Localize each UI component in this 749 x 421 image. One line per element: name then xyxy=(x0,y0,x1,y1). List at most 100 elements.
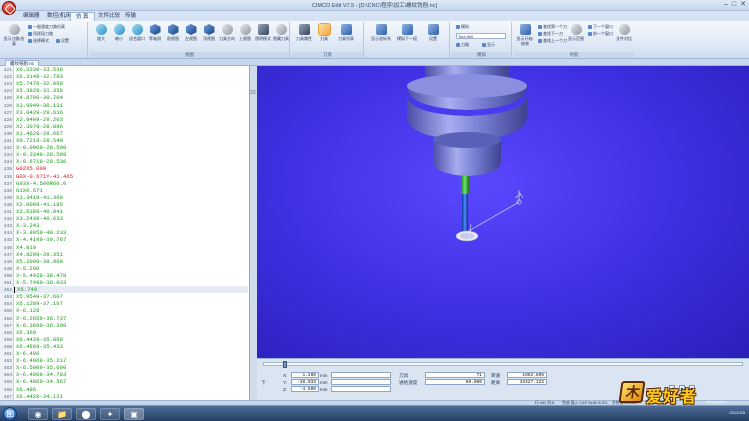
code-line[interactable]: 429 X2.3079-28.886 xyxy=(0,123,248,130)
slider-thumb[interactable] xyxy=(283,361,288,368)
find-first-tool[interactable]: 查找第一个刀 xyxy=(538,24,567,30)
previous-window-option[interactable]: 前一个窗口 xyxy=(588,31,613,37)
code-line[interactable]: 431 X0.7219-28.540 xyxy=(0,137,248,144)
code-line[interactable]: 458 X6.369 xyxy=(0,329,248,336)
simulate-option[interactable]: 模拟 xyxy=(456,24,469,30)
code-line[interactable]: 444 X-3.8059-40.233 xyxy=(0,229,248,236)
show-start-end-button[interactable]: 显示开始/结束 xyxy=(516,24,534,46)
code-line[interactable]: 463 X-6.5009-35.000 xyxy=(0,364,248,371)
system-clock[interactable]: 2012/3/8 xyxy=(729,410,745,415)
code-line[interactable]: 450 X-5.4929-38.478 xyxy=(0,272,248,279)
code-line[interactable]: 459 X6.4429-35.869 xyxy=(0,336,248,343)
code-line[interactable]: 465 X-6.4869-34.567 xyxy=(0,378,248,385)
code-line[interactable]: 451 X-5.7499-38.033 xyxy=(0,279,248,286)
zoom-in-button[interactable]: 放大 xyxy=(93,24,109,41)
code-line[interactable]: 440 X2.0009-41.185 xyxy=(0,201,248,208)
code-line[interactable]: 448 X5.2009-38.900 xyxy=(0,258,248,265)
code-line[interactable]: 438 G1X0.671 xyxy=(0,187,248,194)
tool-direction-button[interactable]: 刀具方向 xyxy=(219,24,235,41)
close-button[interactable]: ✕ xyxy=(740,1,746,9)
tab-editor[interactable]: 编辑器 xyxy=(18,12,45,21)
taskbar-cimco[interactable]: ▣ xyxy=(124,408,144,420)
code-line[interactable]: 436 G0X-0.671Y-41.465 xyxy=(0,173,248,180)
tab-transfer[interactable]: 传输 xyxy=(120,12,141,21)
minimize-button[interactable]: – xyxy=(724,1,728,9)
show-range-button[interactable]: 显示范围 xyxy=(566,24,586,41)
isometric-view-button[interactable]: 等轴测 xyxy=(147,24,163,41)
code-line[interactable]: 446 X4.819 xyxy=(0,244,248,251)
code-line[interactable]: 461 X-6.486 xyxy=(0,350,248,357)
hide-tool-button[interactable]: 隐藏刀具 xyxy=(273,24,289,41)
taskbar-media[interactable]: ⬤ xyxy=(76,408,96,420)
code-line[interactable]: 443 X-3.243 xyxy=(0,222,248,229)
code-line[interactable]: 445 X-4.4199-39.767 xyxy=(0,236,248,243)
next-window-option[interactable]: 下一个窗口 xyxy=(588,24,613,30)
code-line[interactable]: 433 X-0.3349-28.509 xyxy=(0,151,248,158)
upper-view-button[interactable]: 上视图 xyxy=(237,24,253,41)
find-previous-tool[interactable]: 查找上一个刀 xyxy=(538,38,567,44)
code-line[interactable]: 437 G03X-4.500R60.0 xyxy=(0,180,248,187)
code-line[interactable]: 439 X1.3419-41.369 xyxy=(0,194,248,201)
backplot-button[interactable]: 显示刀路/仿真 xyxy=(2,24,26,46)
toolpath-option[interactable]: 刀路 xyxy=(456,42,469,48)
tab-simulation[interactable]: 仿 真 xyxy=(70,12,95,21)
code-line[interactable]: 435 G02X5.000 xyxy=(0,165,248,172)
code-line[interactable]: 466 X6.486 xyxy=(0,386,248,393)
code-line[interactable]: 447 X4.8299-39.351 xyxy=(0,251,248,258)
taskbar-app[interactable]: ✦ xyxy=(100,408,120,420)
code-line[interactable]: 454 X6.1289-37.167 xyxy=(0,300,248,307)
code-line[interactable]: 457 X-6.3699-36.300 xyxy=(0,322,248,329)
left-view-button[interactable]: 左视图 xyxy=(183,24,199,41)
line-code: X3.9949-30.131 xyxy=(16,101,63,109)
application-menu-button[interactable] xyxy=(2,1,16,15)
code-line[interactable]: 464 X-6.4969-34.783 xyxy=(0,371,248,378)
simulation-viewport[interactable] xyxy=(257,66,749,358)
code-line[interactable]: 422 X6.3148-32.793 xyxy=(0,73,248,80)
code-line[interactable]: 442 X3.2439-40.633 xyxy=(0,215,248,222)
simulate-next-button[interactable]: 模拟下一段 xyxy=(395,24,419,41)
nc-code-editor[interactable]: 421 X6.3339-33.538 422 X6.3148-32.793 423 X5.… xyxy=(0,66,250,400)
step-backplot-option[interactable]: 用逐段刀路 xyxy=(28,31,53,37)
taskbar-ie[interactable]: ◉ xyxy=(28,408,48,420)
code-line[interactable]: 452 X5.749 xyxy=(0,286,248,294)
code-line[interactable]: 453 X5.9549-37.607 xyxy=(0,293,248,300)
step-speed-option[interactable]: 一般速度刀路仿真 xyxy=(28,24,65,30)
transparent-mode-button[interactable]: 透明模式 xyxy=(255,24,271,41)
code-line[interactable]: 462 X-6.4969-35.217 xyxy=(0,357,248,364)
file-compare-button[interactable]: 文件对比 xyxy=(614,24,634,41)
maximize-button[interactable]: □ xyxy=(732,1,736,9)
find-next-tool[interactable]: 查找下一刀 xyxy=(538,31,563,37)
show-option[interactable]: 显示 xyxy=(482,42,495,48)
code-line[interactable]: 456 X-6.2659-36.737 xyxy=(0,315,248,322)
code-line[interactable]: 434 X-0.6719-28.536 xyxy=(0,158,248,165)
taskbar-explorer[interactable]: 📁 xyxy=(52,408,72,420)
tool-list-button[interactable]: 刀具列表 xyxy=(338,24,354,41)
code-line[interactable]: 455 X-6.128 xyxy=(0,307,248,314)
front-view-button[interactable]: 前视图 xyxy=(165,24,181,41)
fit-window-button[interactable]: 适合窗口 xyxy=(129,24,145,41)
show-coordinates-button[interactable]: 显示坐标系 xyxy=(369,24,393,41)
code-line[interactable]: 427 X3.0429-29.616 xyxy=(0,109,248,116)
code-line[interactable]: 467 X6.4429-34.131 xyxy=(0,393,248,400)
tool-button[interactable]: 刀具 xyxy=(316,23,332,41)
code-line[interactable]: 426 X3.9949-30.131 xyxy=(0,102,248,109)
code-line[interactable]: 441 X2.6389-40.941 xyxy=(0,208,248,215)
code-line[interactable]: 460 X6.4869-35.433 xyxy=(0,343,248,350)
code-line[interactable]: 449 X-5.200 xyxy=(0,265,248,272)
code-line[interactable]: 432 X-0.0009-28.500 xyxy=(0,144,248,151)
code-line[interactable]: 423 X5.7479-32.060 xyxy=(0,80,248,87)
code-line[interactable]: 430 X1.4629-28.667 xyxy=(0,130,248,137)
tool-properties-button[interactable]: 刀具属性 xyxy=(296,24,312,41)
display-settings-button[interactable]: 设置 xyxy=(421,24,445,41)
code-line[interactable]: 424 X5.3829-31.358 xyxy=(0,87,248,94)
zoom-out-button[interactable]: 缩小 xyxy=(111,24,127,41)
code-line[interactable]: 421 X6.3339-33.538 xyxy=(0,66,248,73)
top-view-button[interactable]: 顶视图 xyxy=(201,24,217,41)
tool-type-combo[interactable]: Tool drill xyxy=(456,33,506,39)
settings-option[interactable]: 设置 xyxy=(56,38,69,44)
select-mode-option[interactable]: 选择模式 xyxy=(28,38,49,44)
code-line[interactable]: 428 X2.9409-29.203 xyxy=(0,116,248,123)
code-line[interactable]: 425 X4.8799-30.704 xyxy=(0,94,248,101)
simulation-progress-slider[interactable] xyxy=(263,361,743,368)
start-button[interactable] xyxy=(3,407,17,421)
